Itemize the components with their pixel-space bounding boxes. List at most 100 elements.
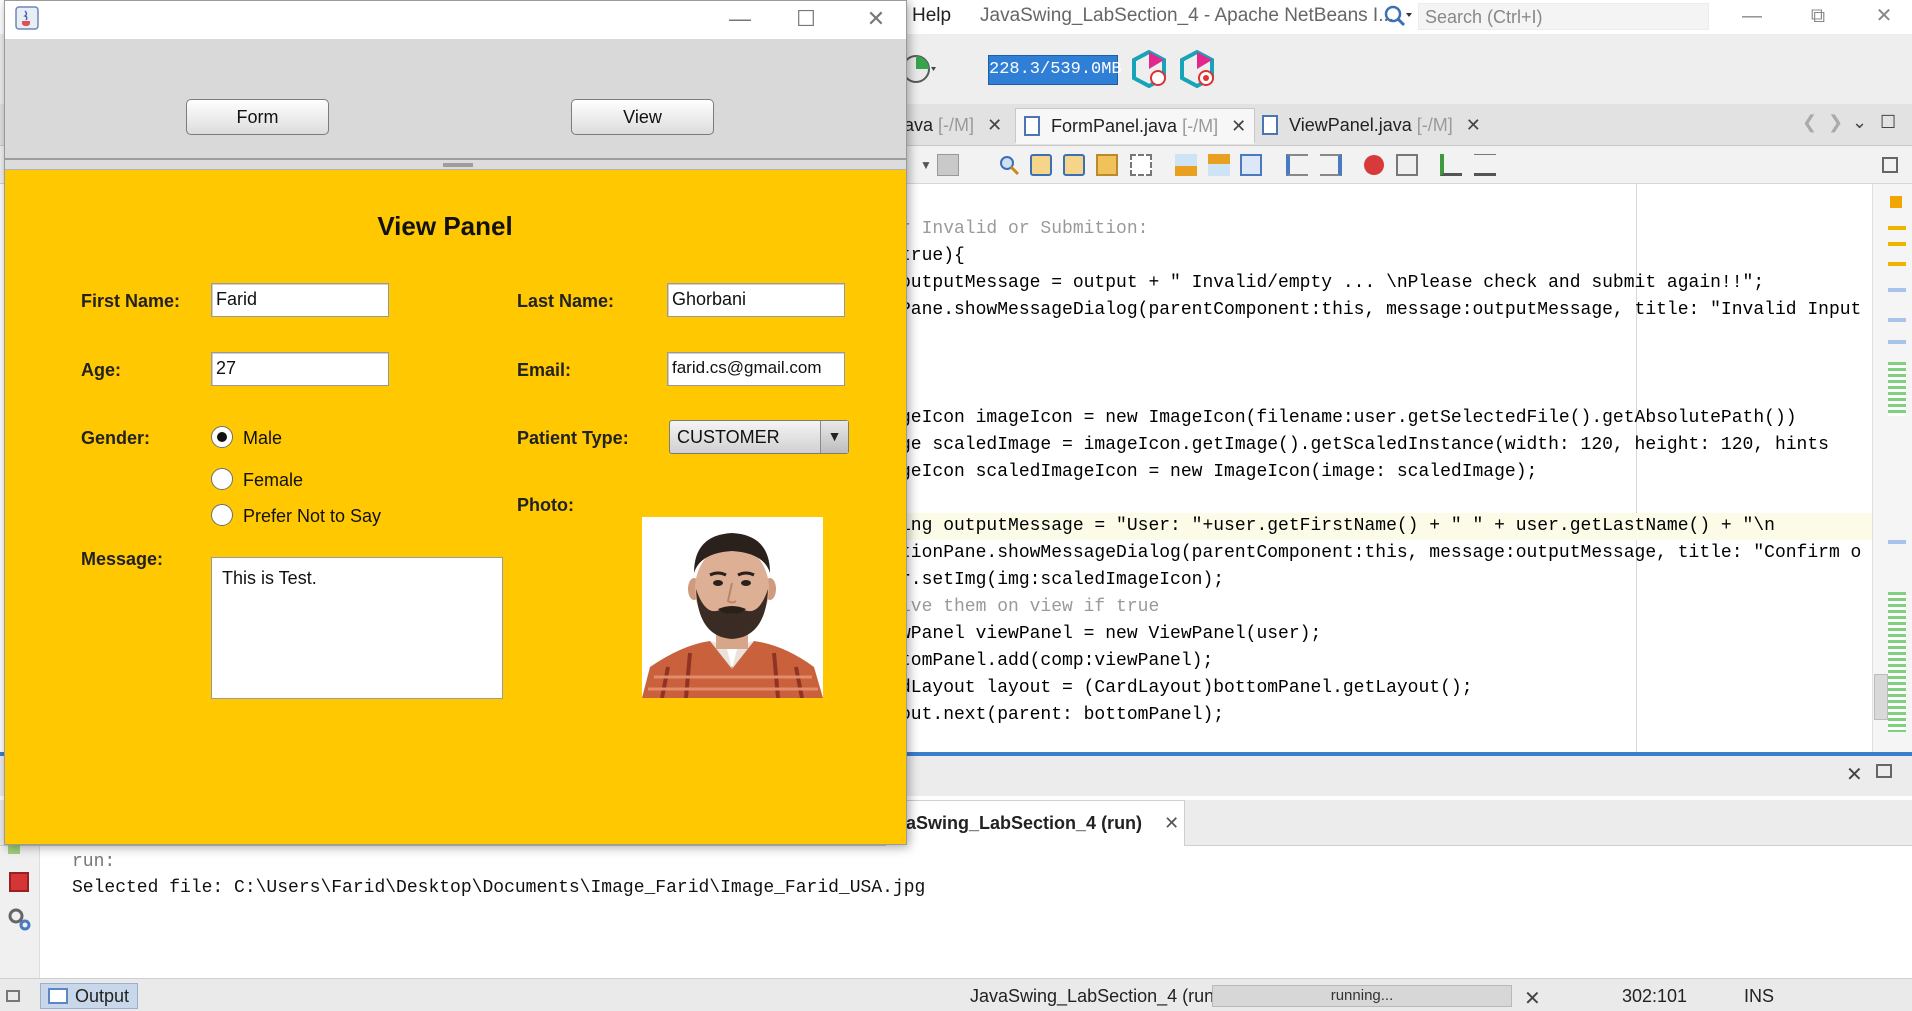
profile-run-icon[interactable]: [902, 52, 936, 86]
code-line-11[interactable]: ing outputMessage = "User: "+user.getFir…: [900, 513, 1872, 540]
code-line-7[interactable]: geIcon imageIcon = new ImageIcon(filenam…: [900, 405, 1797, 432]
find-next-icon[interactable]: [1063, 154, 1085, 176]
code-line-9[interactable]: geIcon scaledImageIcon = new ImageIcon(i…: [900, 459, 1537, 486]
gc-snapshot-icon[interactable]: [1178, 50, 1216, 88]
find-icon[interactable]: [998, 154, 1020, 176]
status-run-label[interactable]: JavaSwing_LabSection_4 (run): [970, 986, 1220, 1007]
app-titlebar[interactable]: [5, 1, 906, 39]
toggle-highlight-icon[interactable]: [1130, 154, 1152, 176]
code-line-2[interactable]: true){: [900, 243, 965, 270]
code-line-17[interactable]: dLayout layout = (CardLayout)bottomPanel…: [900, 675, 1473, 702]
stripe-mark[interactable]: [1888, 226, 1906, 230]
patient-type-dropdown[interactable]: CUSTOMER ▼: [669, 420, 849, 454]
minimize-icon[interactable]: —: [1730, 2, 1774, 32]
stripe-mark[interactable]: [1888, 540, 1906, 544]
gc-icon[interactable]: [1130, 50, 1168, 88]
cancel-process-icon[interactable]: ✕: [1524, 986, 1541, 1011]
float-output-icon[interactable]: [1876, 764, 1892, 778]
code-line-4[interactable]: Pane.showMessageDialog(parentComponent:t…: [900, 297, 1861, 324]
stripe-mark[interactable]: [1888, 318, 1906, 322]
comment-icon[interactable]: [1440, 154, 1462, 176]
gender-female-label[interactable]: Female: [243, 470, 303, 491]
menu-help[interactable]: Help: [912, 5, 951, 27]
editor-scrollbar-thumb[interactable]: [1874, 674, 1888, 720]
history-dropdown-icon[interactable]: ▼: [920, 158, 932, 172]
next-bookmark-icon[interactable]: [1208, 154, 1230, 176]
tab-list-icon[interactable]: ⌄: [1852, 112, 1867, 133]
memory-indicator[interactable]: 228.3/539.0MB: [988, 55, 1122, 85]
code-line-1[interactable]: r Invalid or Submition:: [900, 216, 1148, 243]
form-button[interactable]: Form: [186, 99, 329, 135]
minimized-windows-icon[interactable]: [6, 990, 20, 1002]
last-name-field[interactable]: Ghorbani: [667, 283, 845, 317]
scroll-tabs-right-icon[interactable]: ❯: [1828, 112, 1843, 133]
dropdown-arrow-icon[interactable]: ▼: [820, 421, 848, 453]
find-selection-icon[interactable]: [1096, 154, 1118, 176]
tab-viewpanel[interactable]: ViewPanel.java [-/M] ✕: [1254, 108, 1489, 144]
code-line-8[interactable]: ge scaledImage = imageIcon.getImage().ge…: [900, 432, 1829, 459]
stop-macro-icon[interactable]: [1396, 154, 1418, 176]
tab-file-1[interactable]: ava [-/M] ✕: [896, 108, 1010, 144]
code-line-16[interactable]: tomPanel.add(comp:viewPanel);: [900, 648, 1213, 675]
settings-icon[interactable]: [6, 906, 32, 932]
shift-right-icon[interactable]: [1320, 154, 1342, 176]
close-tab-icon[interactable]: ✕: [1466, 115, 1481, 135]
search-icon[interactable]: [1383, 4, 1413, 28]
app-close-icon[interactable]: ✕: [851, 3, 901, 37]
email-label: Email:: [517, 360, 572, 380]
stop-icon[interactable]: [9, 872, 29, 892]
tab-status: [-/M]: [1416, 115, 1453, 135]
previous-bookmark-icon[interactable]: [1175, 154, 1197, 176]
record-macro-icon[interactable]: [1364, 155, 1384, 175]
stripe-mark[interactable]: [1888, 340, 1906, 344]
stripe-mark[interactable]: [1888, 242, 1906, 246]
email-field[interactable]: farid.cs@gmail.com: [667, 352, 845, 386]
code-line-13[interactable]: r.setImg(img:scaledImageIcon);: [900, 567, 1224, 594]
close-output-tab-icon[interactable]: ✕: [1164, 813, 1179, 833]
stripe-mark[interactable]: [1888, 262, 1906, 266]
gender-prefer-not-label[interactable]: Prefer Not to Say: [243, 506, 381, 527]
uncomment-icon[interactable]: [1474, 154, 1496, 176]
restore-icon[interactable]: ⧉: [1796, 2, 1840, 32]
gender-male-label[interactable]: Male: [243, 428, 282, 449]
split-editor-icon[interactable]: [1882, 157, 1898, 173]
java-file-icon: [1024, 116, 1040, 136]
maximize-editor-icon[interactable]: ☐: [1880, 112, 1896, 133]
last-name-label: Last Name:: [517, 291, 615, 311]
code-line-14[interactable]: ive them on view if true: [900, 594, 1159, 621]
close-icon[interactable]: ✕: [1862, 2, 1906, 32]
code-line-3[interactable]: outputMessage = output + " Invalid/empty…: [900, 270, 1764, 297]
divider-grip-icon[interactable]: [443, 163, 473, 167]
gender-male-radio[interactable]: [211, 426, 233, 448]
close-tab-icon[interactable]: ✕: [987, 115, 1002, 135]
tab-formpanel[interactable]: FormPanel.java [-/M] ✕: [1015, 108, 1256, 144]
scroll-tabs-left-icon[interactable]: ❮: [1802, 112, 1817, 133]
gender-prefer-not-radio[interactable]: [211, 504, 233, 526]
warning-marker[interactable]: [1890, 196, 1902, 208]
output-tab-run[interactable]: vaSwing_LabSection_4 (run) ✕: [885, 800, 1185, 846]
app-minimize-icon[interactable]: —: [715, 3, 765, 37]
page-title: View Panel: [377, 211, 513, 241]
tab-status: [-/M]: [1182, 116, 1219, 136]
shift-left-icon[interactable]: [1286, 154, 1308, 176]
toggle-bookmark-icon[interactable]: [1240, 154, 1262, 176]
close-tab-icon[interactable]: ✕: [1231, 116, 1246, 136]
code-line-15[interactable]: wPanel viewPanel = new ViewPanel(user);: [900, 621, 1321, 648]
view-button[interactable]: View: [571, 99, 714, 135]
back-icon[interactable]: [937, 154, 959, 176]
close-output-icon[interactable]: ✕: [1846, 762, 1863, 787]
search-input[interactable]: Search (Ctrl+I): [1418, 3, 1709, 30]
stripe-mark[interactable]: [1888, 592, 1906, 732]
message-textarea[interactable]: This is Test.: [211, 557, 503, 699]
code-line-18[interactable]: out.next(parent: bottomPanel);: [900, 702, 1224, 729]
insert-mode: INS: [1744, 986, 1775, 1006]
first-name-field[interactable]: Farid: [211, 283, 389, 317]
gender-female-radio[interactable]: [211, 468, 233, 490]
stripe-mark[interactable]: [1888, 362, 1906, 416]
java-icon: [15, 6, 39, 30]
age-field[interactable]: 27: [211, 352, 389, 386]
code-line-12[interactable]: tionPane.showMessageDialog(parentCompone…: [900, 540, 1861, 567]
stripe-mark[interactable]: [1888, 288, 1906, 292]
find-previous-icon[interactable]: [1030, 154, 1052, 176]
app-maximize-icon[interactable]: ☐: [781, 3, 831, 37]
